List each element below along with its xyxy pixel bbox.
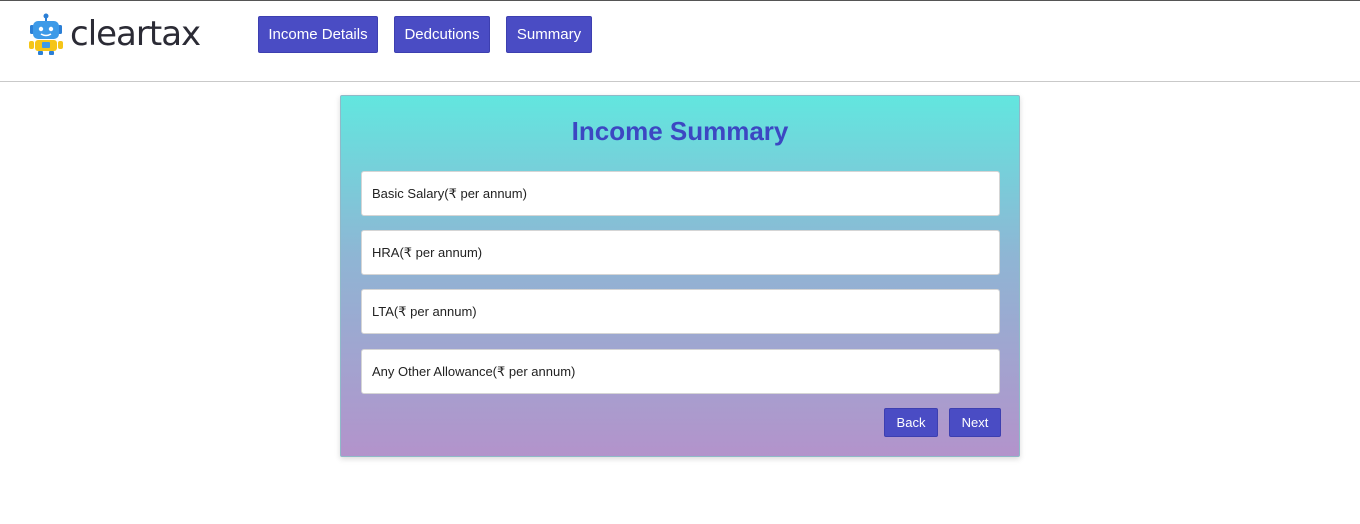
other-allowance-input[interactable] — [361, 349, 1000, 394]
nav-deductions-button[interactable]: Dedcutions — [394, 16, 490, 53]
cleartax-logo[interactable]: cleartax — [26, 13, 201, 55]
brand-name: cleartax — [70, 14, 201, 54]
basic-salary-input[interactable] — [361, 171, 1000, 216]
nav-summary-button[interactable]: Summary — [506, 16, 592, 53]
card-title: Income Summary — [571, 116, 789, 146]
lta-input[interactable] — [361, 289, 1000, 334]
nav-income-details-button[interactable]: Income Details — [258, 16, 378, 53]
back-button[interactable]: Back — [884, 408, 938, 437]
income-summary-card: Income Summary Back Next — [340, 95, 1020, 457]
robot-mascot-icon — [29, 13, 63, 55]
hra-input[interactable] — [361, 230, 1000, 275]
next-button[interactable]: Next — [949, 408, 1001, 437]
top-header: cleartax Income Details Dedcutions Summa… — [0, 1, 1360, 82]
